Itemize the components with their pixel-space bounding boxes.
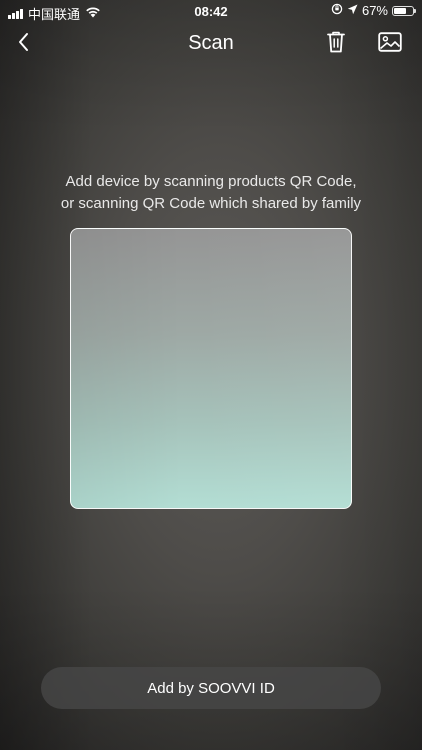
battery-icon [392, 5, 416, 16]
add-by-id-button[interactable]: Add by SOOVVI ID [41, 667, 381, 709]
instruction-line-1: Add device by scanning products QR Code, [65, 173, 357, 190]
camera-viewfinder [71, 229, 351, 508]
gallery-button[interactable] [374, 28, 406, 60]
instruction-line-2: or scanning QR Code which shared by fami… [60, 195, 362, 212]
screen-rotation-lock-icon [331, 3, 343, 18]
scan-instructions: Add device by scanning products QR Code,… [0, 171, 422, 215]
battery-percent: 67% [361, 3, 388, 18]
location-arrow-icon [347, 3, 358, 18]
status-bar: 中国联通 08:42 67% [0, 0, 422, 22]
page-title: Scan [188, 32, 234, 54]
navigation-bar: Scan [0, 24, 422, 64]
status-right: 67% [331, 3, 416, 18]
trash-icon [326, 30, 346, 59]
battery-level-fill [394, 7, 407, 14]
qr-scan-frame [70, 228, 352, 509]
delete-button[interactable] [320, 28, 352, 60]
scan-screen: 中国联通 08:42 67% Scan Add device by scanni… [0, 0, 422, 750]
add-by-id-label: Add by SOOVVI ID [147, 679, 275, 697]
image-icon [378, 31, 402, 57]
